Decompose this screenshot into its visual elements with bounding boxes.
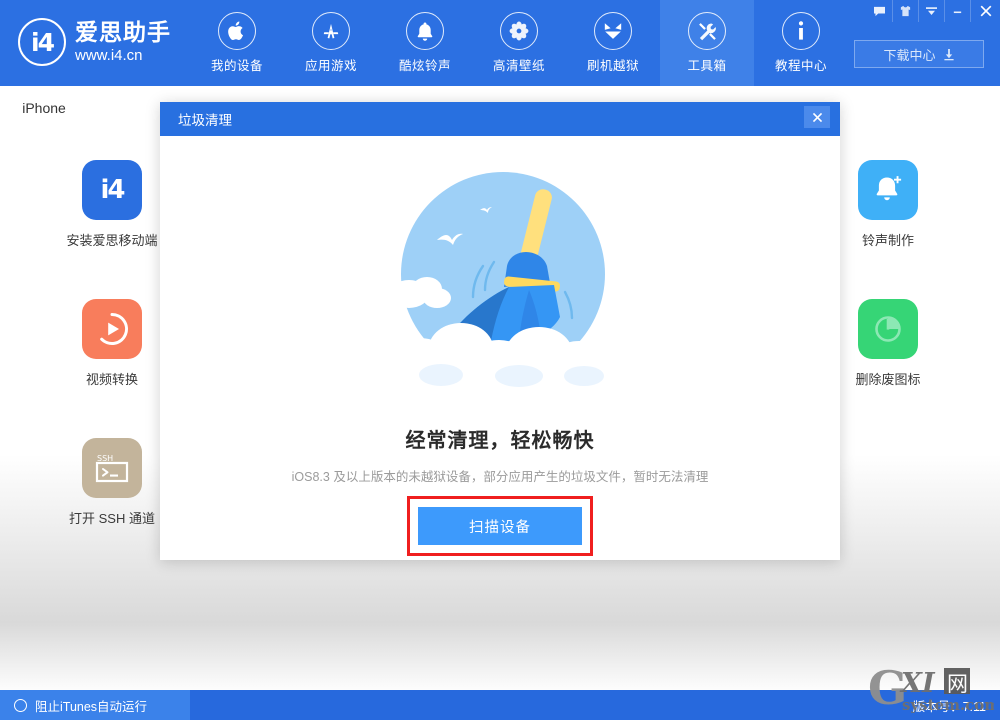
dialog-title: 垃圾清理 <box>178 113 232 128</box>
main-nav: 我的设备 应用游戏 酷炫铃声 高清壁纸 刷机越狱 工具箱 教程中心 <box>190 0 848 86</box>
dialog-subtext: iOS8.3 及以上版本的未越狱设备，部分应用产生的垃圾文件，暂时无法清理 <box>291 470 709 484</box>
feedback-icon[interactable] <box>866 0 892 22</box>
info-icon <box>782 12 820 50</box>
nav-item-my-device[interactable]: 我的设备 <box>190 0 284 86</box>
skin-icon[interactable] <box>892 0 918 22</box>
nav-label: 酷炫铃声 <box>398 59 451 73</box>
nav-item-apps-games[interactable]: 应用游戏 <box>284 0 378 86</box>
nav-label: 应用游戏 <box>304 59 357 73</box>
block-itunes-label: 阻止iTunes自动运行 <box>35 699 148 714</box>
logo-subtitle: www.i4.cn <box>75 47 143 64</box>
download-center-label: 下载中心 <box>883 47 936 63</box>
logo-mark-icon: i4 <box>18 18 66 66</box>
i4-app-icon: i4 <box>82 160 142 220</box>
window-controls <box>866 0 1000 22</box>
tool-label: 视频转换 <box>85 372 138 387</box>
app-header: i4 爱思助手 www.i4.cn 我的设备 应用游戏 酷炫铃声 高清壁纸 刷机… <box>0 0 1000 86</box>
tool-label: 安装爱思移动端 <box>66 233 158 248</box>
close-icon[interactable] <box>970 0 1000 22</box>
dialog-body: 经常清理，轻松畅快 iOS8.3 及以上版本的未越狱设备，部分应用产生的垃圾文件… <box>160 136 840 560</box>
broom-cleaning-illustration <box>379 162 623 403</box>
junk-clean-dialog: 垃圾清理 经常清理，轻松畅快 iOS8.3 及以上版本的未越狱设备，部分应用产生… <box>160 102 840 560</box>
main-content: i4 安装爱思移动端 视频转换 SSH 打开 SSH 通道 铃声制作 删除废图标… <box>0 102 1000 690</box>
close-icon[interactable] <box>804 106 830 128</box>
video-convert-icon <box>82 299 142 359</box>
dialog-header: 垃圾清理 <box>160 102 840 136</box>
download-icon <box>943 48 954 60</box>
circle-toggle-icon <box>14 698 27 712</box>
download-center-button[interactable]: 下载中心 <box>854 40 984 68</box>
delete-icon-icon <box>858 299 918 359</box>
logo-text: 爱思助手 www.i4.cn <box>75 19 171 64</box>
tab-iphone[interactable]: iPhone <box>0 86 88 130</box>
box-icon <box>594 12 632 50</box>
logo-title: 爱思助手 <box>75 19 171 45</box>
flower-icon <box>500 12 538 50</box>
scan-device-button[interactable]: 扫描设备 <box>418 507 582 545</box>
app-window: i4 爱思助手 www.i4.cn 我的设备 应用游戏 酷炫铃声 高清壁纸 刷机… <box>0 0 1000 720</box>
nav-item-wallpapers[interactable]: 高清壁纸 <box>472 0 566 86</box>
app-logo[interactable]: i4 爱思助手 www.i4.cn <box>18 18 171 66</box>
nav-item-tutorials[interactable]: 教程中心 <box>754 0 848 86</box>
menu-icon[interactable] <box>918 0 944 22</box>
nav-item-ringtones[interactable]: 酷炫铃声 <box>378 0 472 86</box>
bell-icon <box>406 12 444 50</box>
nav-label: 高清壁纸 <box>492 59 545 73</box>
nav-label: 我的设备 <box>210 59 263 73</box>
status-bar: 阻止iTunes自动运行 版本号：7.11 <box>0 690 1000 720</box>
apple-icon <box>218 12 256 50</box>
tool-label: 铃声制作 <box>861 233 914 248</box>
minimize-icon[interactable] <box>944 0 970 22</box>
nav-item-flash-jailbreak[interactable]: 刷机越狱 <box>566 0 660 86</box>
ringtone-icon <box>858 160 918 220</box>
ssh-terminal-icon: SSH <box>82 438 142 498</box>
block-itunes-toggle[interactable]: 阻止iTunes自动运行 <box>0 690 190 720</box>
nav-label: 教程中心 <box>774 59 827 73</box>
scan-button-highlight: 扫描设备 <box>407 496 593 556</box>
tool-label: 打开 SSH 通道 <box>69 511 155 526</box>
tool-label: 删除废图标 <box>855 372 921 387</box>
nav-label: 工具箱 <box>687 59 727 73</box>
nav-item-toolbox[interactable]: 工具箱 <box>660 0 754 86</box>
appstore-icon <box>312 12 350 50</box>
svg-text:SSH: SSH <box>97 454 113 463</box>
dialog-heading: 经常清理，轻松畅快 <box>405 430 595 452</box>
version-label: 版本号：7.11 <box>912 699 986 714</box>
tools-icon <box>688 12 726 50</box>
nav-label: 刷机越狱 <box>586 59 639 73</box>
